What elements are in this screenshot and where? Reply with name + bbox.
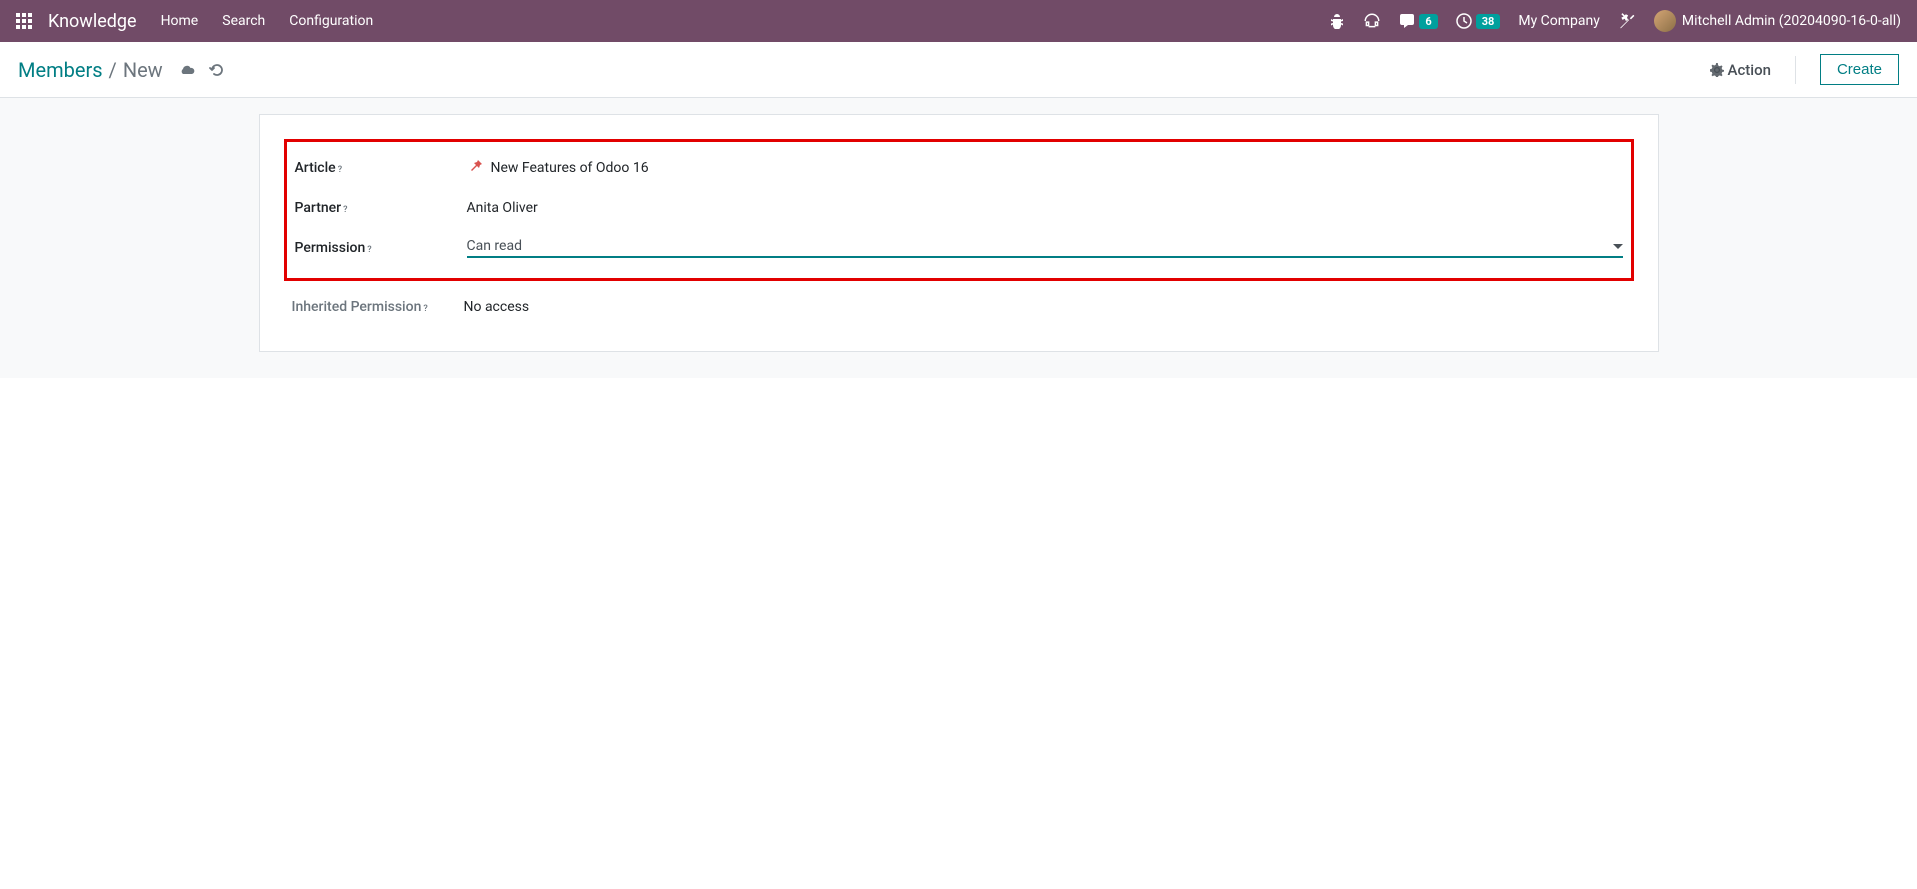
field-partner: Partner ? Anita Oliver (295, 188, 1623, 228)
inherited-permission-label: Inherited Permission ? (292, 299, 464, 315)
nav-menu: Home Search Configuration (161, 13, 374, 29)
help-icon[interactable]: ? (423, 304, 427, 314)
debug-icon[interactable] (1618, 12, 1636, 30)
inherited-permission-value: No access (464, 299, 1634, 315)
highlighted-fields: Article ? New Features of Odoo 16 Partne… (284, 139, 1634, 281)
help-icon[interactable]: ? (343, 205, 347, 215)
breadcrumb-separator: / (109, 58, 117, 82)
content-area: Article ? New Features of Odoo 16 Partne… (0, 98, 1917, 378)
nav-search[interactable]: Search (222, 13, 265, 29)
chevron-down-icon (1613, 244, 1623, 249)
field-inherited-permission: Inherited Permission ? No access (284, 287, 1634, 327)
nav-configuration[interactable]: Configuration (289, 13, 373, 29)
permission-label: Permission ? (295, 240, 467, 256)
separator (1795, 56, 1796, 84)
user-name: Mitchell Admin (20204090-16-0-all) (1682, 13, 1901, 29)
action-label: Action (1728, 61, 1771, 79)
article-label: Article ? (295, 160, 467, 176)
breadcrumb: Members / New (18, 58, 225, 82)
app-name[interactable]: Knowledge (48, 11, 137, 32)
systray: 6 38 My Company Mitchell Admin (20204090… (1329, 10, 1901, 32)
main-navbar: Knowledge Home Search Configuration 6 38… (0, 0, 1917, 42)
support-icon[interactable] (1363, 12, 1381, 30)
permission-select[interactable]: Can read (467, 238, 1623, 258)
messages-icon[interactable]: 6 (1399, 13, 1437, 29)
breadcrumb-current: New (123, 58, 163, 82)
article-value[interactable]: New Features of Odoo 16 (467, 158, 1623, 178)
discard-icon[interactable] (209, 58, 225, 82)
help-icon[interactable]: ? (367, 245, 371, 255)
form-sheet: Article ? New Features of Odoo 16 Partne… (259, 114, 1659, 352)
control-panel: Members / New Action Create (0, 42, 1917, 98)
breadcrumb-root[interactable]: Members (18, 58, 103, 82)
company-switcher[interactable]: My Company (1518, 13, 1600, 29)
bug-icon[interactable] (1329, 13, 1345, 29)
pushpin-icon (467, 158, 483, 178)
user-menu[interactable]: Mitchell Admin (20204090-16-0-all) (1654, 10, 1901, 32)
help-icon[interactable]: ? (338, 165, 342, 175)
activities-icon[interactable]: 38 (1456, 13, 1501, 29)
avatar (1654, 10, 1676, 32)
messages-badge: 6 (1419, 14, 1437, 29)
activities-badge: 38 (1476, 14, 1501, 29)
action-dropdown[interactable]: Action (1710, 61, 1771, 79)
nav-home[interactable]: Home (161, 13, 199, 29)
create-button[interactable]: Create (1820, 54, 1899, 85)
cloud-save-icon[interactable] (179, 58, 195, 82)
partner-label: Partner ? (295, 200, 467, 216)
control-panel-buttons: Action Create (1710, 54, 1900, 85)
apps-menu-icon[interactable] (16, 13, 32, 29)
field-article: Article ? New Features of Odoo 16 (295, 148, 1623, 188)
field-permission: Permission ? Can read (295, 228, 1623, 268)
partner-value[interactable]: Anita Oliver (467, 200, 1623, 216)
